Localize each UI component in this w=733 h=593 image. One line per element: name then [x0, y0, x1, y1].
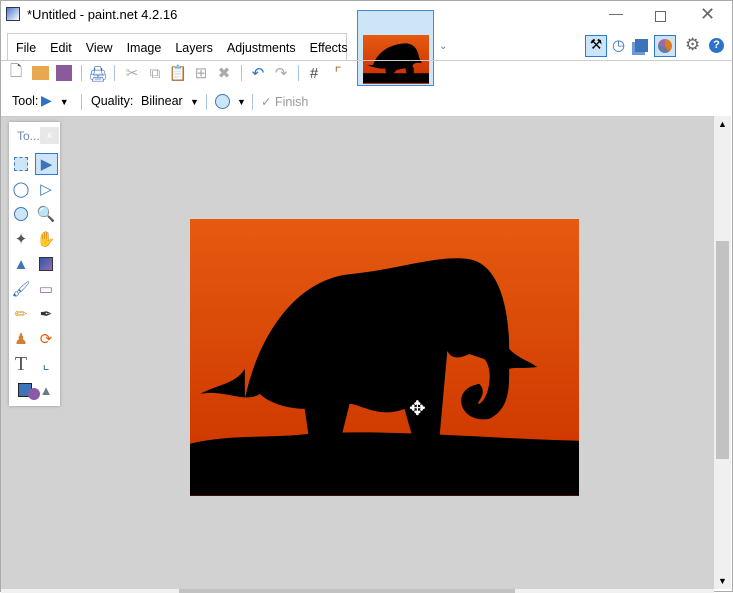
tool-label: Tool:	[12, 94, 39, 108]
move-cursor-icon: ✥	[409, 398, 426, 420]
quality-chevron-icon[interactable]: ▼	[190, 97, 199, 107]
gradient-tool[interactable]	[36, 254, 56, 274]
line-curve-tool[interactable]: ⌞	[36, 354, 56, 374]
color-picker-tool[interactable]: ✒	[36, 304, 56, 324]
open-folder-icon[interactable]	[32, 66, 49, 80]
finish-label: Finish	[274, 95, 309, 109]
app-window: *Untitled - paint.net 4.2.16 — ✕ File Ed…	[0, 0, 733, 593]
menu-view[interactable]: View	[86, 41, 113, 55]
scroll-down-icon[interactable]: ▼	[714, 576, 731, 586]
divider	[81, 65, 82, 81]
magic-wand-tool[interactable]: ✦	[11, 229, 31, 249]
scroll-up-icon[interactable]: ▲	[714, 119, 731, 129]
eraser-tool[interactable]: ▭	[36, 279, 56, 299]
paste-icon[interactable]: 📋	[169, 64, 188, 82]
elephant-image	[190, 258, 579, 496]
move-selection-tool[interactable]: ▷	[36, 179, 56, 199]
divider	[241, 65, 242, 81]
move-selected-pixels-tool[interactable]: ▶	[35, 153, 58, 175]
ellipse-select-tool[interactable]	[11, 204, 31, 224]
undo-icon[interactable]: ↶	[249, 64, 267, 82]
tools-window-toggle[interactable]: ⚒	[585, 35, 607, 57]
redo-icon[interactable]: ↷	[272, 64, 290, 82]
deselect-icon[interactable]: ✖	[215, 64, 233, 82]
maximize-icon[interactable]	[655, 11, 666, 22]
pencil-tool[interactable]: ✏	[11, 304, 31, 324]
ruler-icon[interactable]: ⌜	[329, 64, 347, 82]
divider	[1, 60, 733, 61]
tools-panel: To... x ▶ ◯ ▷ 🔍 ✦ ✋ ▲ 🖌 ▭ ✏ ✒ ♟ ⟳ T ⌞ ▲	[9, 122, 60, 406]
selection-mode-icon[interactable]	[215, 94, 230, 109]
paintnet-icon	[6, 7, 20, 21]
menu-bar: File Edit View Image Layers Adjustments …	[7, 33, 348, 61]
divider	[298, 65, 299, 81]
scroll-thumb[interactable]	[179, 589, 515, 593]
crop-icon[interactable]: ⊞	[192, 64, 210, 82]
quality-label: Quality:	[91, 94, 134, 108]
tools-panel-title: To...	[17, 129, 40, 143]
recolor-tool[interactable]: ⟳	[36, 329, 56, 349]
selection-mode-chevron-icon[interactable]: ▼	[237, 97, 246, 107]
colors-icon[interactable]	[654, 35, 676, 57]
menu-layers[interactable]: Layers	[175, 41, 213, 55]
new-file-icon[interactable]: 🗋	[7, 63, 25, 82]
menu-image[interactable]: Image	[127, 41, 162, 55]
tab-list-chevron-icon[interactable]: ⌄	[439, 41, 447, 52]
finish-button[interactable]: ✓ Finish	[261, 94, 308, 109]
zoom-tool[interactable]: 🔍	[36, 204, 56, 224]
help-icon[interactable]: ?	[709, 38, 724, 53]
clone-stamp-tool[interactable]: ♟	[11, 329, 31, 349]
canvas-workspace[interactable]: ✥	[1, 116, 714, 589]
divider	[81, 94, 82, 110]
paint-bucket-tool[interactable]: ▲	[11, 254, 31, 274]
image-canvas[interactable]	[190, 219, 579, 496]
grid-icon[interactable]: #	[305, 64, 323, 82]
copy-icon[interactable]: ⧉	[146, 64, 164, 82]
divider	[252, 94, 253, 110]
menu-file[interactable]: File	[16, 41, 36, 55]
divider	[206, 94, 207, 110]
scroll-thumb[interactable]	[716, 241, 729, 459]
rectangle-select-tool[interactable]	[11, 154, 31, 174]
tools-panel-close[interactable]: x	[40, 127, 59, 144]
menu-edit[interactable]: Edit	[50, 41, 72, 55]
layers-icon[interactable]	[635, 39, 648, 52]
menu-effects[interactable]: Effects	[310, 41, 348, 55]
move-selection-tool-dropdown[interactable]: ▶ ▼	[41, 92, 69, 109]
shapes-tool[interactable]: ▲	[17, 378, 53, 402]
print-icon[interactable]: 🖨	[88, 65, 107, 83]
horizontal-scrollbar[interactable]	[1, 589, 714, 593]
menu-adjustments[interactable]: Adjustments	[227, 41, 296, 55]
divider	[114, 65, 115, 81]
save-icon[interactable]	[56, 65, 72, 81]
window-title: *Untitled - paint.net 4.2.16	[27, 7, 178, 22]
text-tool[interactable]: T	[11, 353, 31, 375]
image-thumbnail-tab[interactable]	[357, 10, 434, 86]
cut-icon[interactable]: ✂	[123, 64, 141, 82]
history-icon[interactable]: ◷	[612, 36, 625, 54]
check-icon: ✓	[261, 95, 275, 109]
vertical-scrollbar[interactable]: ▲ ▼	[714, 116, 731, 589]
quality-dropdown[interactable]: Bilinear	[141, 94, 183, 108]
close-icon[interactable]: ✕	[700, 4, 715, 25]
minimize-icon[interactable]: —	[609, 5, 623, 21]
settings-gear-icon[interactable]: ⚙	[685, 35, 700, 55]
pan-tool[interactable]: ✋	[36, 229, 56, 249]
lasso-select-tool[interactable]: ◯	[11, 179, 31, 199]
paintbrush-tool[interactable]: 🖌	[11, 279, 31, 299]
